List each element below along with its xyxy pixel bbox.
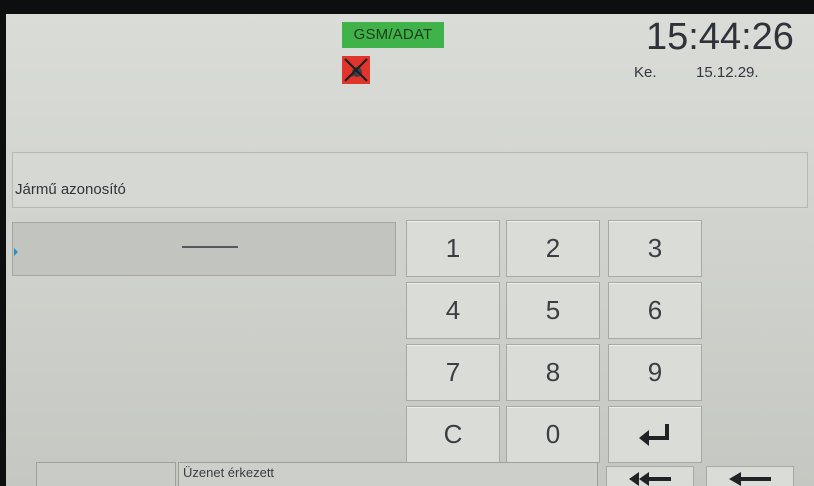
message-text: Üzenet érkezett xyxy=(183,465,275,480)
key-3[interactable]: 3 xyxy=(608,220,702,277)
double-arrow-left-icon xyxy=(629,472,671,486)
clock-time: 15:44:26 xyxy=(646,16,794,58)
date-label: 15.12.29. xyxy=(696,64,759,81)
enter-icon xyxy=(639,423,669,446)
footer-left-panel xyxy=(36,462,176,486)
back-button[interactable] xyxy=(706,466,794,486)
message-bar[interactable]: Üzenet érkezett xyxy=(178,462,598,486)
empty-value-dash xyxy=(182,246,238,248)
input-caret-icon xyxy=(14,248,18,256)
field-label: Jármű azonosító xyxy=(15,181,126,198)
vehicle-id-input[interactable] xyxy=(12,222,396,276)
key-4[interactable]: 4 xyxy=(406,282,500,339)
no-connection-icon xyxy=(342,56,370,84)
fast-back-button[interactable] xyxy=(606,466,694,486)
key-0[interactable]: 0 xyxy=(506,406,600,463)
weekday-label: Ke. xyxy=(634,64,657,81)
enter-button[interactable] xyxy=(608,406,702,463)
key-clear[interactable]: C xyxy=(406,406,500,463)
key-9[interactable]: 9 xyxy=(608,344,702,401)
terminal-screen: GSM/ADAT 15:44:26 Ke. 15.12.29. Jármű az… xyxy=(6,14,814,486)
key-1[interactable]: 1 xyxy=(406,220,500,277)
field-label-panel: Jármű azonosító xyxy=(12,152,808,208)
key-8[interactable]: 8 xyxy=(506,344,600,401)
network-status-badge: GSM/ADAT xyxy=(342,22,444,48)
key-5[interactable]: 5 xyxy=(506,282,600,339)
arrow-left-icon xyxy=(729,472,771,486)
key-2[interactable]: 2 xyxy=(506,220,600,277)
key-7[interactable]: 7 xyxy=(406,344,500,401)
key-6[interactable]: 6 xyxy=(608,282,702,339)
